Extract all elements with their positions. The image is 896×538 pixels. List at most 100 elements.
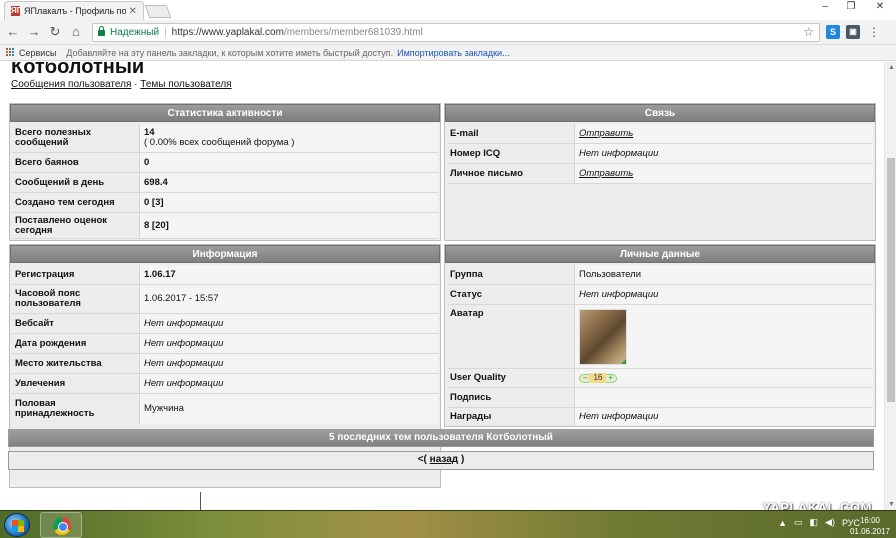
omnibox-separator: | [164, 26, 167, 38]
back-link[interactable]: назад [430, 454, 458, 465]
page-viewport: Котболотный Сообщения пользователя · Тем… [0, 62, 896, 510]
import-bookmarks-link[interactable]: Импортировать закладки... [397, 48, 509, 58]
reload-icon[interactable]: ↻ [46, 23, 64, 41]
back-right-bracket: ) [460, 454, 465, 465]
maximize-button[interactable]: ❐ [838, 0, 864, 16]
row-label: Часовой пояс пользователя [12, 285, 140, 313]
scrollbar-thumb[interactable] [887, 158, 895, 402]
row-label: Статус [447, 285, 575, 304]
contact-panel: Связь E-mail Отправить Номер ICQ Нет инф… [444, 103, 876, 241]
row-label: Группа [447, 265, 575, 284]
activity-panel: Статистика активности Всего полезных соо… [9, 103, 441, 241]
quality-minus-button[interactable]: – [583, 373, 587, 383]
new-tab-button[interactable] [144, 5, 172, 18]
row-value: 1.06.2017 - 15:57 [140, 285, 438, 313]
table-row: Личное письмо Отправить [447, 164, 873, 184]
row-value [575, 388, 873, 407]
row-label: Дата рождения [12, 334, 140, 353]
row-label: Награды [447, 408, 575, 426]
close-window-button[interactable]: ✕ [864, 0, 896, 16]
address-bar[interactable]: Надежный | https://www.yaplakal.com/memb… [92, 22, 820, 42]
clock-time: 16:00 [859, 516, 880, 525]
row-label: User Quality [447, 369, 575, 387]
table-row: Дата рождения Нет информации [12, 334, 438, 354]
scroll-down-icon[interactable]: ▼ [888, 501, 895, 508]
table-row: Увлечения Нет информации [12, 374, 438, 394]
taskbar-chrome-button[interactable] [40, 512, 82, 538]
extension-icon[interactable]: ▣ [846, 25, 860, 39]
table-row: Место жительства Нет информации [12, 354, 438, 374]
table-row: Группа Пользователи [447, 265, 873, 285]
back-left-bracket: <( [417, 454, 427, 465]
row-label: Увлечения [12, 374, 140, 393]
table-row: User Quality – 16 + [447, 369, 873, 388]
chrome-icon [53, 517, 71, 535]
table-row: Вебсайт Нет информации [12, 314, 438, 334]
back-navigation: <( назад ) [8, 451, 874, 470]
tab-close-icon[interactable]: ✕ [129, 6, 137, 17]
battery-icon[interactable]: ▭ [794, 517, 803, 528]
skype-extension-icon[interactable]: S [826, 25, 840, 39]
url-path: /members/member681039.html [283, 26, 423, 38]
recent-topics-header: 5 последних тем пользователя Котболотный [8, 429, 874, 447]
secure-label: Надежный [110, 26, 160, 38]
send-email-link[interactable]: Отправить [575, 124, 873, 143]
row-value: Нет информации [140, 354, 438, 373]
profile-links: Сообщения пользователя · Темы пользовате… [11, 79, 232, 90]
row-value: Нет информации [575, 285, 873, 304]
bookmarks-bar: Сервисы Добавляйте на эту панель закладк… [0, 45, 896, 61]
row-label: Всего баянов [12, 153, 140, 172]
quality-plus-button[interactable]: + [608, 373, 613, 383]
vertical-scrollbar[interactable]: ▲ ▼ [884, 62, 896, 510]
personal-panel: Личные данные Группа Пользователи Статус… [444, 244, 876, 427]
start-button[interactable] [4, 513, 30, 537]
row-value: Мужчина [140, 394, 438, 424]
row-label: Вебсайт [12, 314, 140, 333]
table-row: Всего полезных сообщений 14 ( 0.00% всех… [12, 124, 438, 153]
back-arrow-icon[interactable]: ← [4, 23, 22, 41]
network-icon[interactable]: ◧ [810, 517, 819, 528]
scroll-up-icon[interactable]: ▲ [888, 64, 895, 71]
tray-arrow-icon[interactable]: ▲ [778, 518, 787, 528]
activity-panel-title: Статистика активности [10, 104, 440, 122]
personal-panel-title: Личные данные [445, 245, 875, 263]
minimize-button[interactable]: – [812, 0, 838, 16]
browser-tab[interactable]: ЯП ЯПлакалъ - Профиль по ✕ [4, 1, 144, 20]
home-icon[interactable]: ⌂ [67, 23, 85, 41]
volume-icon[interactable]: ◀) [825, 517, 835, 528]
row-label: Всего полезных сообщений [12, 124, 140, 152]
row-value [575, 305, 873, 368]
table-row: Сообщений в день 698.4 [12, 173, 438, 193]
apps-grid-icon[interactable] [6, 48, 15, 57]
contact-panel-title: Связь [445, 104, 875, 122]
row-value: Нет информации [140, 314, 438, 333]
taskbar-clock[interactable]: 16:00 01.06.2017 [850, 515, 890, 537]
user-quality-widget: – 16 + [579, 373, 618, 383]
tab-title: ЯПлакалъ - Профиль по [24, 6, 126, 16]
avatar[interactable] [579, 308, 627, 365]
text-cursor [200, 492, 201, 510]
row-label: Подпись [447, 388, 575, 407]
row-label: Сообщений в день [12, 173, 140, 192]
user-topics-link[interactable]: Темы пользователя [140, 79, 231, 90]
row-value: 0 [3] [140, 193, 438, 212]
user-messages-link[interactable]: Сообщения пользователя [11, 79, 131, 90]
bookmark-services[interactable]: Сервисы [19, 48, 56, 58]
row-value: Нет информации [140, 374, 438, 393]
send-private-message-link[interactable]: Отправить [575, 164, 873, 183]
table-row: Часовой пояс пользователя 1.06.2017 - 15… [12, 285, 438, 314]
row-value: 8 [20] [140, 213, 438, 238]
browser-toolbar: ← → ↻ ⌂ Надежный | https://www.yaplakal.… [0, 20, 896, 45]
forward-arrow-icon[interactable]: → [25, 23, 43, 41]
table-row: Статус Нет информации [447, 285, 873, 305]
lock-icon [98, 26, 105, 36]
url-host: https://www.yaplakal.com [171, 26, 284, 38]
row-label: Номер ICQ [447, 144, 575, 163]
row-value: 1.06.17 [140, 265, 438, 284]
row-value: 0 [140, 153, 438, 172]
windows-taskbar: ▲ ▭ ◧ ◀) РУС 16:00 01.06.2017 [0, 510, 896, 538]
bookmark-star-icon[interactable]: ☆ [803, 25, 814, 39]
menu-icon[interactable]: ⋮ [868, 25, 880, 39]
system-tray: ▲ ▭ ◧ ◀) РУС [771, 517, 860, 528]
table-row: Половая принадлежность Мужчина [12, 394, 438, 424]
